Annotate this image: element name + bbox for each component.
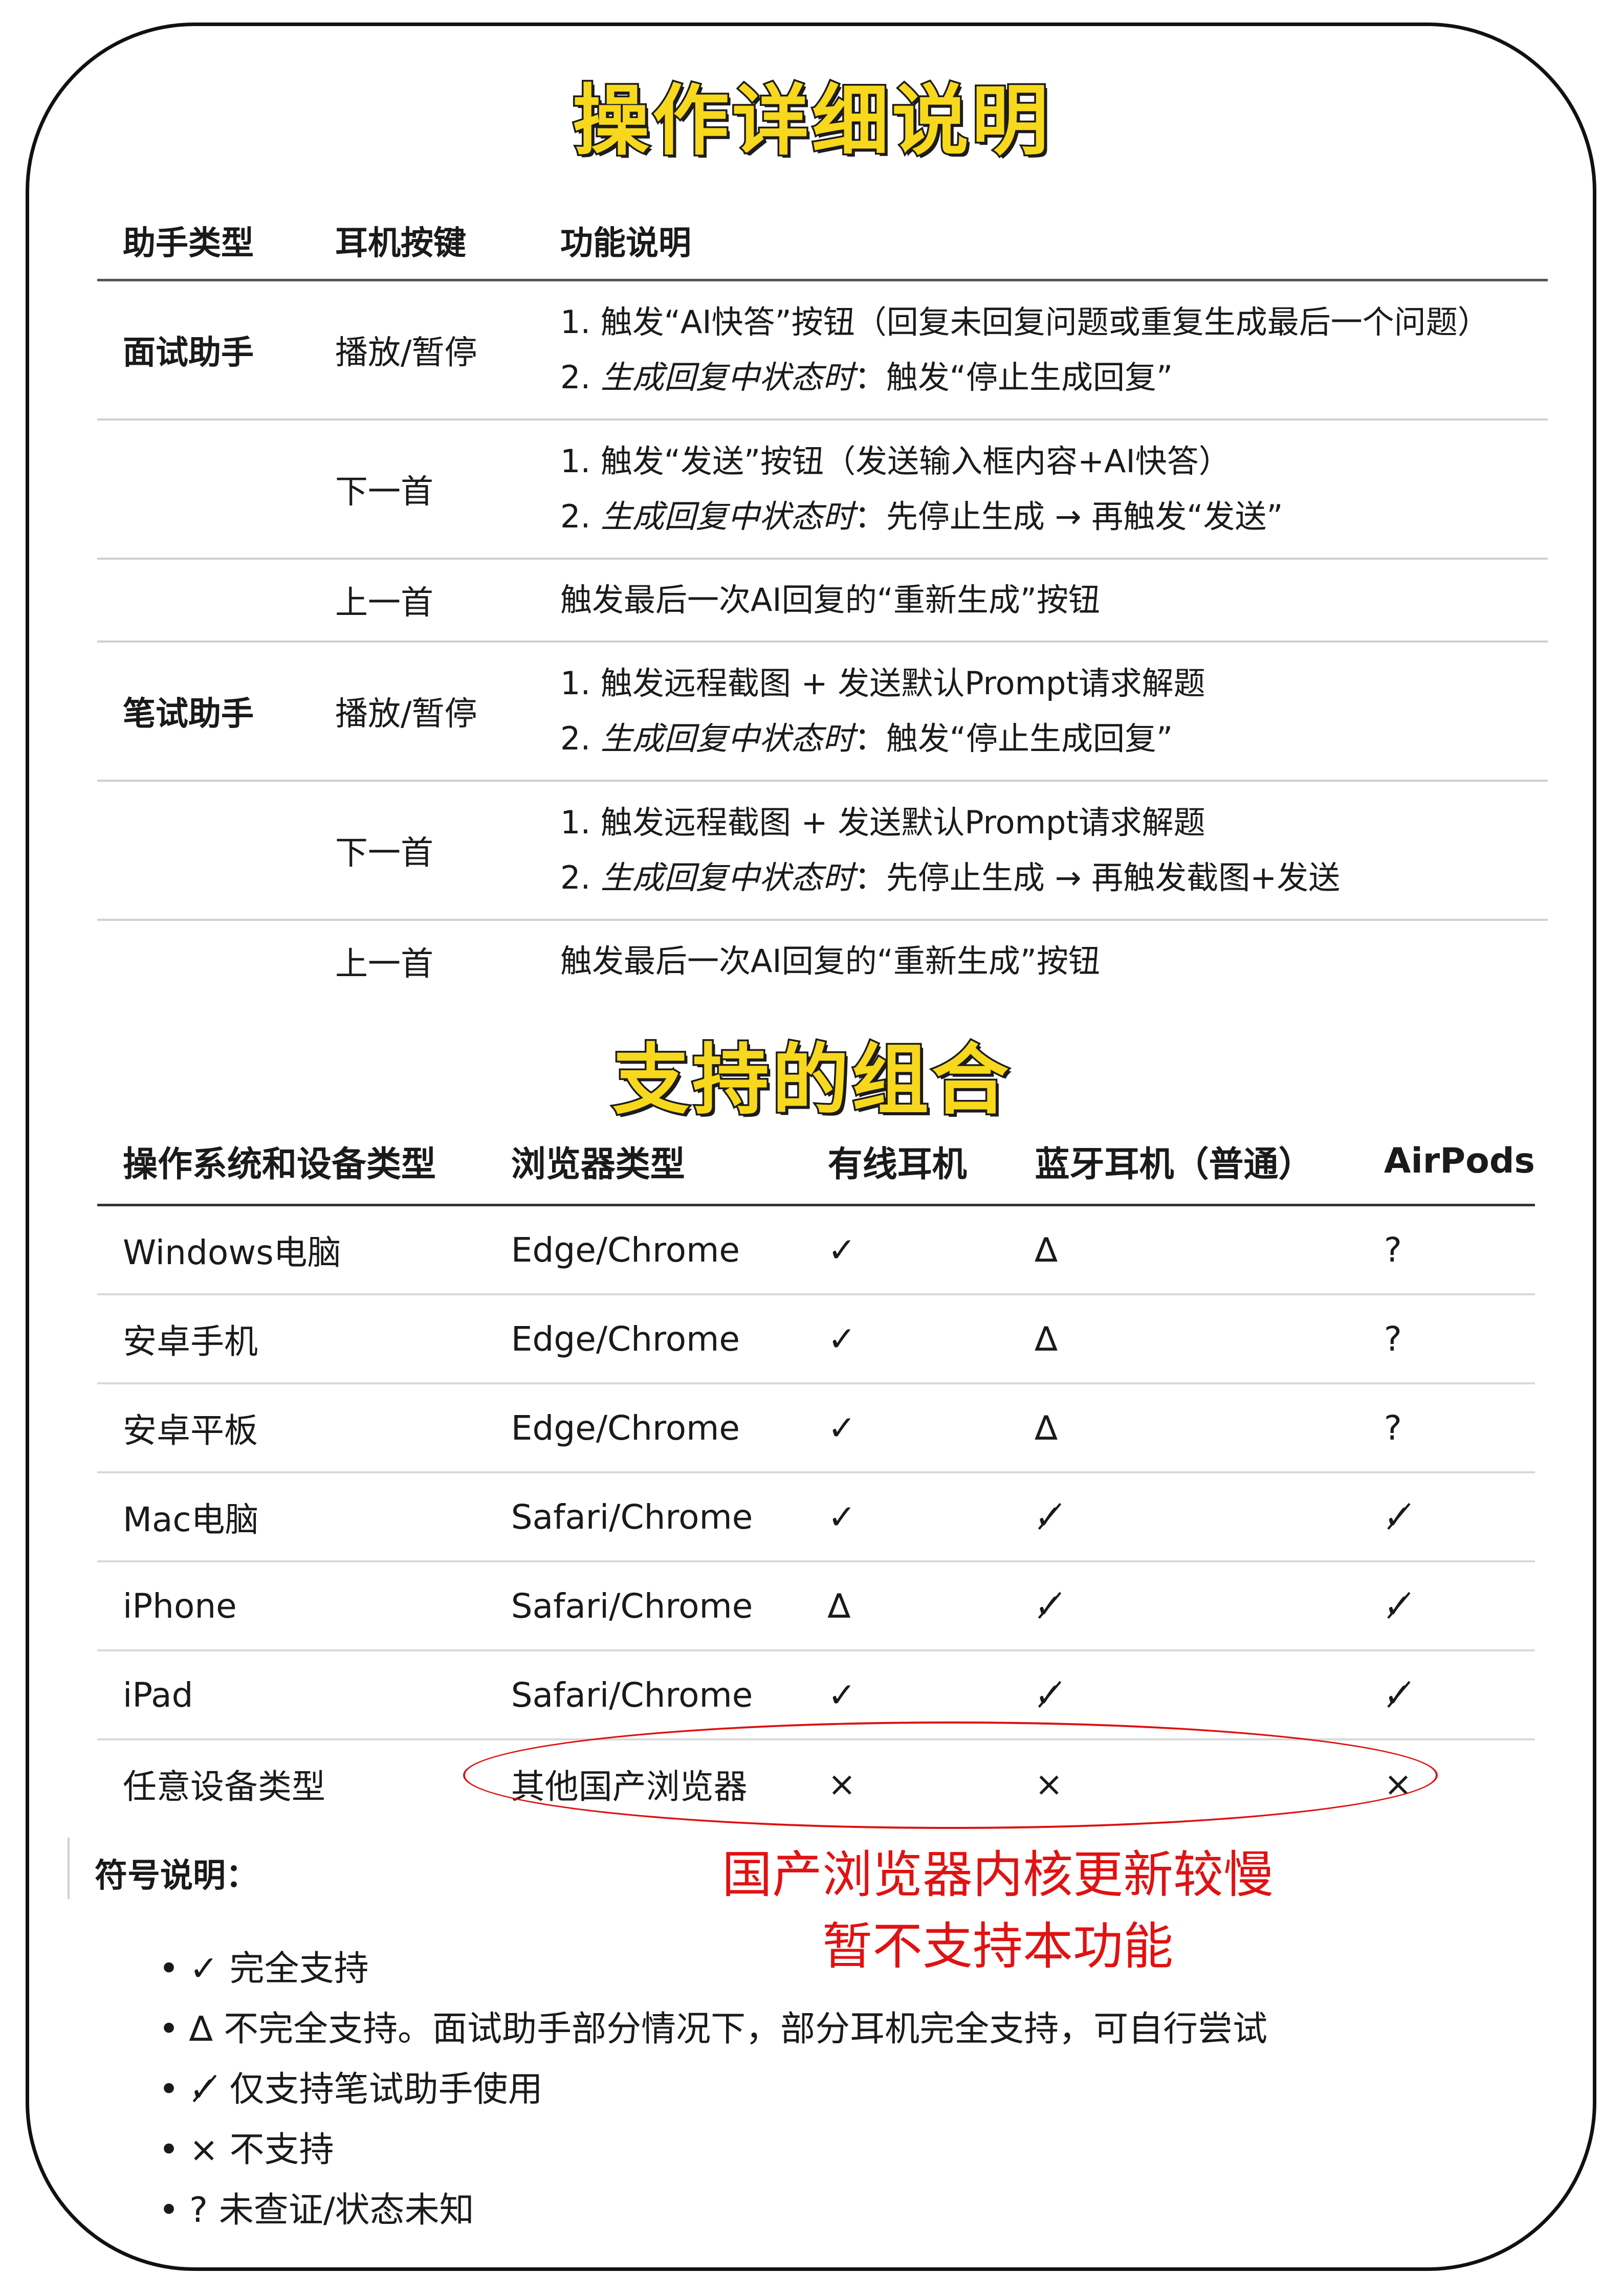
bullet-icon: • — [159, 2130, 180, 2170]
wired-cell: ✓ — [802, 1294, 1009, 1384]
header-os-device: 操作系统和设备类型 — [97, 1118, 486, 1206]
device-cell: 任意设备类型 — [123, 1767, 325, 1806]
table-row: iPhone Safari/Chrome ∆ ✓̸ ✓̸ — [97, 1561, 1535, 1651]
bullet-icon: • — [159, 1949, 180, 1989]
browser-cell: Safari/Chrome — [485, 1561, 802, 1651]
assistant-cell — [97, 420, 310, 560]
device-cell: 安卓平板 — [97, 1383, 486, 1473]
desc-line-1: 1. 触发“发送”按钮（发送输入框内容+AI快答） — [560, 443, 1231, 480]
wired-cell: ✓ — [802, 1205, 1009, 1295]
header-bluetooth: 蓝牙耳机（普通） — [1009, 1118, 1358, 1206]
desc-line-2: 2. 生成回复中状态时：先停止生成 → 再触发“发送” — [560, 498, 1283, 535]
list-item: • ✓ 完全支持 — [159, 1939, 1267, 1999]
key-cell: 下一首 — [310, 781, 535, 921]
desc-cell: 1. 触发远程截图 + 发送默认Prompt请求解题 2. 生成回复中状态时：先… — [535, 781, 1548, 921]
bullet-icon: • — [159, 2069, 180, 2110]
key-cell: 上一首 — [335, 945, 433, 983]
header-assistant-type: 助手类型 — [97, 202, 310, 281]
legend-title: 符号说明： — [95, 1857, 258, 1895]
list-item: • ✓̸ 仅支持笔试助手使用 — [159, 2060, 1267, 2120]
header-wired: 有线耳机 — [802, 1118, 1009, 1206]
quote-bar — [68, 1838, 70, 1899]
wired-cell: ∆ — [802, 1561, 1009, 1651]
browser-cell: Edge/Chrome — [485, 1205, 802, 1295]
assistant-cell — [97, 781, 310, 921]
desc-cell: 触发最后一次AI回复的“重新生成”按钮 — [560, 942, 1100, 980]
list-item: • ∆ 不完全支持。面试助手部分情况下，部分耳机完全支持，可自行尝试 — [159, 1999, 1267, 2060]
desc-line-2: 2. 生成回复中状态时：触发“停止生成回复” — [560, 720, 1173, 757]
table-row: 上一首 触发最后一次AI回复的“重新生成”按钮 — [97, 559, 1548, 643]
desc-cell: 1. 触发远程截图 + 发送默认Prompt请求解题 2. 生成回复中状态时：触… — [535, 642, 1548, 782]
bluetooth-cell: ∆ — [1009, 1383, 1358, 1473]
device-cell: 安卓手机 — [97, 1294, 486, 1384]
desc-cell: 1. 触发“发送”按钮（发送输入框内容+AI快答） 2. 生成回复中状态时：先停… — [535, 420, 1548, 560]
browser-cell: Edge/Chrome — [485, 1294, 802, 1384]
bluetooth-cell: ✓̸ — [1009, 1472, 1358, 1562]
desc-cell: 触发最后一次AI回复的“重新生成”按钮 — [535, 559, 1548, 643]
assistant-cell: 笔试助手 — [97, 642, 310, 782]
table-row: Windows电脑 Edge/Chrome ✓ ∆ ? — [97, 1205, 1535, 1295]
bluetooth-cell: ∆ — [1009, 1294, 1358, 1384]
combo-title-banner: 支持的组合 — [610, 1034, 1012, 1127]
header-headset-key: 耳机按键 — [310, 202, 535, 281]
key-cell: 播放/暂停 — [310, 642, 535, 782]
header-airpods: AirPods — [1358, 1118, 1535, 1206]
airpods-cell: ? — [1358, 1205, 1535, 1295]
airpods-cell: ? — [1358, 1294, 1535, 1384]
desc-line-1: 1. 触发“AI快答”按钮（回复未回复问题或重复生成最后一个问题） — [560, 303, 1489, 341]
table-header-row: 操作系统和设备类型 浏览器类型 有线耳机 蓝牙耳机（普通） AirPods — [97, 1118, 1535, 1206]
airpods-cell: ✓̸ — [1358, 1472, 1535, 1562]
list-item: • × 不支持 — [159, 2120, 1267, 2180]
ops-title-banner: 操作详细说明 — [570, 75, 1051, 168]
desc-line-2: 2. 生成回复中状态时：先停止生成 → 再触发截图+发送 — [560, 859, 1341, 896]
header-function-desc: 功能说明 — [535, 202, 1548, 281]
desc-line-1: 1. 触发远程截图 + 发送默认Prompt请求解题 — [560, 804, 1205, 841]
device-cell: Mac电脑 — [97, 1472, 486, 1562]
bluetooth-cell: ∆ — [1009, 1205, 1358, 1295]
list-item: •? 未查证/状态未知 — [159, 2180, 1267, 2241]
key-cell: 上一首 — [310, 559, 535, 643]
browser-cell: Safari/Chrome — [485, 1472, 802, 1562]
table-row: 笔试助手 播放/暂停 1. 触发远程截图 + 发送默认Prompt请求解题 2.… — [97, 642, 1548, 782]
table-row: 面试助手 播放/暂停 1. 触发“AI快答”按钮（回复未回复问题或重复生成最后一… — [97, 280, 1548, 421]
browser-cell: Edge/Chrome — [485, 1383, 802, 1473]
assistant-cell: 面试助手 — [97, 280, 310, 421]
assistant-cell — [97, 559, 310, 643]
airpods-cell: ✓̸ — [1358, 1561, 1535, 1651]
legend-list: • ✓ 完全支持 • ∆ 不完全支持。面试助手部分情况下，部分耳机完全支持，可自行尝… — [159, 1939, 1267, 2241]
table-row: 安卓手机 Edge/Chrome ✓ ∆ ? — [97, 1294, 1535, 1384]
device-cell: iPhone — [97, 1561, 486, 1651]
combination-table: 操作系统和设备类型 浏览器类型 有线耳机 蓝牙耳机（普通） AirPods Wi… — [97, 1118, 1535, 1827]
table-row: Mac电脑 Safari/Chrome ✓ ✓̸ ✓̸ — [97, 1472, 1535, 1562]
table-row: 下一首 1. 触发“发送”按钮（发送输入框内容+AI快答） 2. 生成回复中状态… — [97, 420, 1548, 560]
table-row: 下一首 1. 触发远程截图 + 发送默认Prompt请求解题 2. 生成回复中状… — [97, 781, 1548, 921]
desc-cell: 1. 触发“AI快答”按钮（回复未回复问题或重复生成最后一个问题） 2. 生成回… — [535, 280, 1548, 421]
table-row: 安卓平板 Edge/Chrome ✓ ∆ ? — [97, 1383, 1535, 1473]
header-browser: 浏览器类型 — [485, 1118, 802, 1206]
bluetooth-cell: ✓̸ — [1009, 1561, 1358, 1651]
table-header-row: 助手类型 耳机按键 功能说明 — [97, 202, 1548, 281]
red-annotation-line-1: 国产浏览器内核更新较慢 — [721, 1846, 1274, 1904]
device-cell: Windows电脑 — [97, 1205, 486, 1295]
desc-line-1: 1. 触发远程截图 + 发送默认Prompt请求解题 — [560, 665, 1205, 702]
bullet-icon: • — [159, 2190, 180, 2231]
key-cell: 下一首 — [310, 420, 535, 560]
wired-cell: ✓ — [802, 1472, 1009, 1562]
airpods-cell: ✓̸ — [1358, 1650, 1535, 1740]
key-cell: 播放/暂停 — [310, 280, 535, 421]
bullet-icon: • — [159, 2009, 180, 2049]
assistant-cell — [97, 920, 310, 1002]
airpods-cell: ? — [1358, 1383, 1535, 1473]
red-highlight-ellipse — [463, 1721, 1438, 1829]
operation-table: 助手类型 耳机按键 功能说明 面试助手 播放/暂停 1. 触发“AI快答”按钮（… — [97, 202, 1548, 1002]
device-cell: iPad — [97, 1650, 486, 1740]
table-row: 上一首 触发最后一次AI回复的“重新生成”按钮 — [97, 920, 1548, 1002]
wired-cell: ✓ — [802, 1383, 1009, 1473]
desc-line-2: 2. 生成回复中状态时：触发“停止生成回复” — [560, 359, 1173, 396]
